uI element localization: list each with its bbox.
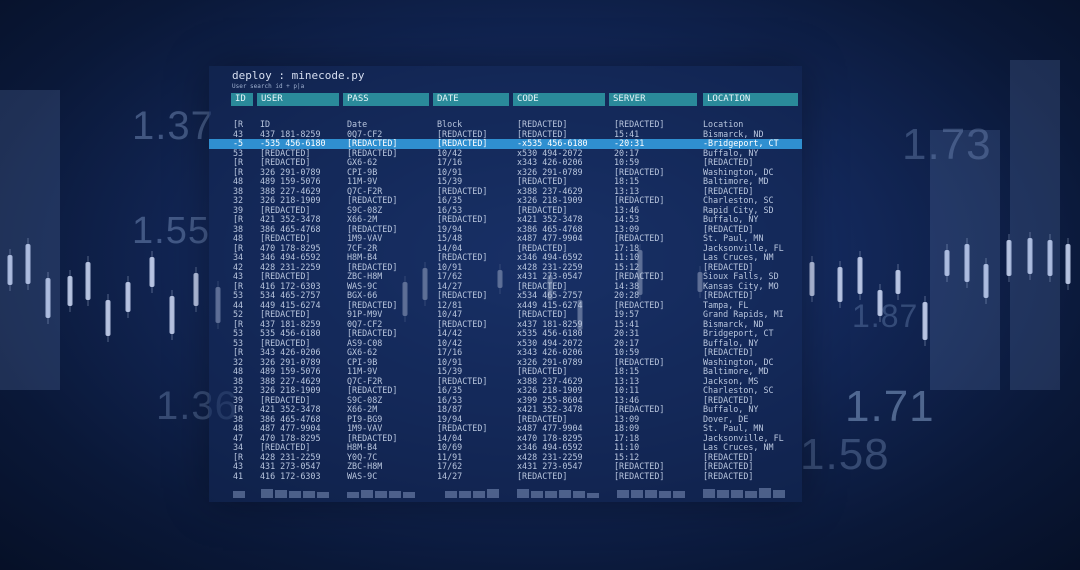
bg-price-number: 1.71 bbox=[845, 382, 935, 431]
footer-bar bbox=[531, 491, 543, 498]
table-cell: 41 bbox=[233, 470, 244, 481]
footer-bar bbox=[659, 491, 671, 498]
footer-bar bbox=[703, 489, 715, 498]
footer-bar bbox=[517, 489, 529, 498]
bg-price-number: 1.55 bbox=[132, 210, 210, 252]
candle-body bbox=[895, 270, 901, 294]
bg-price-number: 1.37 bbox=[132, 104, 214, 148]
window-title: deploy : minecode.py bbox=[232, 69, 365, 82]
footer-bar bbox=[233, 491, 245, 498]
header-id: ID bbox=[231, 93, 253, 106]
terminal-panel: deploy : minecode.py User search id + p|… bbox=[209, 66, 802, 502]
footer-bar bbox=[731, 490, 743, 498]
footer-bar bbox=[389, 491, 401, 498]
footer-bar bbox=[473, 491, 485, 498]
footer-bar bbox=[717, 490, 729, 498]
footer-bar bbox=[617, 490, 629, 498]
candle-body bbox=[125, 282, 131, 312]
footer-bar bbox=[559, 490, 571, 498]
header-server: SERVER bbox=[609, 93, 697, 106]
footer-bar bbox=[303, 491, 315, 498]
candle-body bbox=[857, 257, 863, 294]
footer-bar bbox=[261, 489, 273, 498]
table-cell: [REDACTED] bbox=[614, 470, 665, 481]
footer-bar bbox=[631, 490, 643, 498]
header-user: USER bbox=[257, 93, 339, 106]
candle-body bbox=[193, 273, 199, 306]
footer-bar bbox=[573, 491, 585, 498]
bg-glow-bar bbox=[0, 90, 60, 390]
header-location: LOCATION bbox=[703, 93, 798, 106]
table-cell: WAS-9C bbox=[347, 470, 378, 481]
candle-body bbox=[85, 262, 91, 300]
candle-body bbox=[105, 300, 111, 336]
footer-bar bbox=[347, 492, 359, 498]
footer-bar bbox=[289, 491, 301, 498]
candle-body bbox=[149, 257, 155, 287]
footer-bar bbox=[375, 491, 387, 498]
footer-bar bbox=[773, 490, 785, 498]
table-cell: 416 172-6303 bbox=[260, 470, 321, 481]
header-pass: PASS bbox=[343, 93, 429, 106]
candle-body bbox=[809, 262, 815, 296]
candle-body bbox=[837, 267, 843, 302]
header-date: DATE bbox=[433, 93, 509, 106]
footer-bar bbox=[361, 490, 373, 498]
footer-bar bbox=[587, 493, 599, 498]
footer-bar bbox=[275, 490, 287, 498]
footer-bar bbox=[745, 491, 757, 498]
footer-bar bbox=[445, 491, 457, 498]
table-cell: [REDACTED] bbox=[517, 470, 568, 481]
candle-body bbox=[922, 302, 928, 340]
window-subtitle: User search id + p|a bbox=[232, 83, 305, 90]
footer-bar bbox=[673, 491, 685, 498]
footer-bar bbox=[403, 492, 415, 498]
footer-bar bbox=[545, 491, 557, 498]
footer-bar bbox=[645, 490, 657, 498]
table-cell: 14/27 bbox=[437, 470, 463, 481]
candle-body bbox=[67, 276, 73, 306]
candle-body bbox=[169, 296, 175, 334]
table-cell: [REDACTED] bbox=[703, 470, 754, 481]
bg-price-number: 1.87 bbox=[852, 298, 919, 334]
footer-bar bbox=[317, 492, 329, 498]
footer-bar bbox=[487, 489, 499, 498]
footer-bar bbox=[759, 488, 771, 498]
bg-glow-bar bbox=[1010, 60, 1060, 390]
bg-glow-bar bbox=[930, 130, 1000, 390]
footer-bar bbox=[459, 491, 471, 498]
table-row[interactable]: 41 416 172-6303 WAS-9C 14/27 [REDACTED] [REDA… bbox=[209, 470, 802, 482]
bg-price-number: 1.58 bbox=[800, 430, 890, 479]
header-code: CODE bbox=[513, 93, 605, 106]
candle-body bbox=[1065, 244, 1071, 284]
